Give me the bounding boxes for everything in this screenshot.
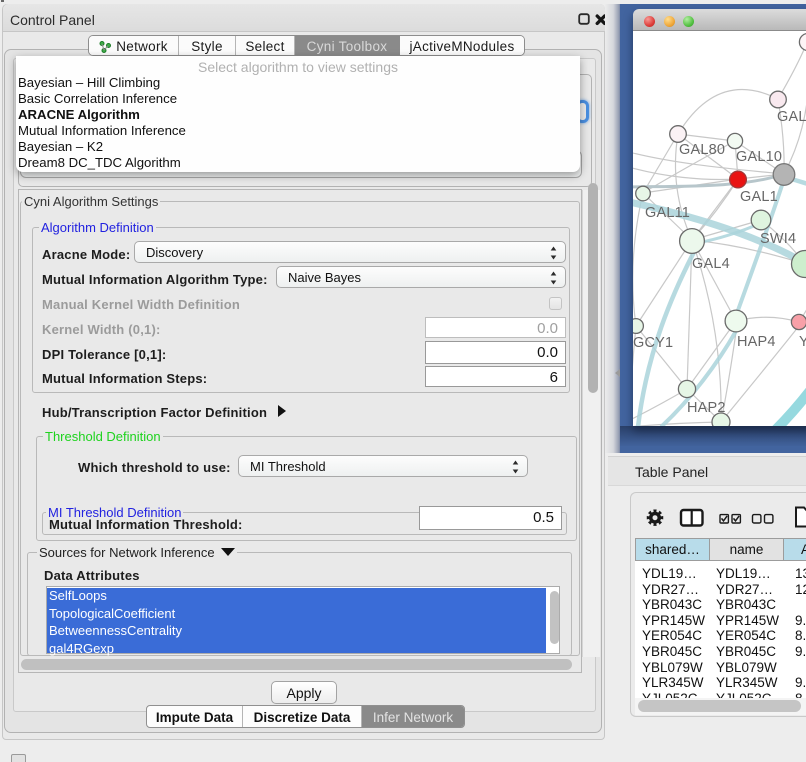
svg-text:GAL4: GAL4 [692, 256, 730, 272]
svg-text:GAL10: GAL10 [736, 149, 782, 165]
svg-text:YBR045C: YBR045C [799, 334, 806, 350]
svg-text:GAL7: GAL7 [777, 109, 806, 125]
svg-text:HAP4: HAP4 [737, 334, 776, 350]
svg-text:SWI4: SWI4 [760, 231, 796, 247]
svg-text:GAL11: GAL11 [645, 205, 690, 221]
svg-text:GCY1: GCY1 [633, 335, 673, 351]
svg-text:HAP2: HAP2 [687, 400, 726, 416]
svg-text:GAL1: GAL1 [740, 189, 778, 205]
svg-text:GAL80: GAL80 [679, 142, 725, 158]
